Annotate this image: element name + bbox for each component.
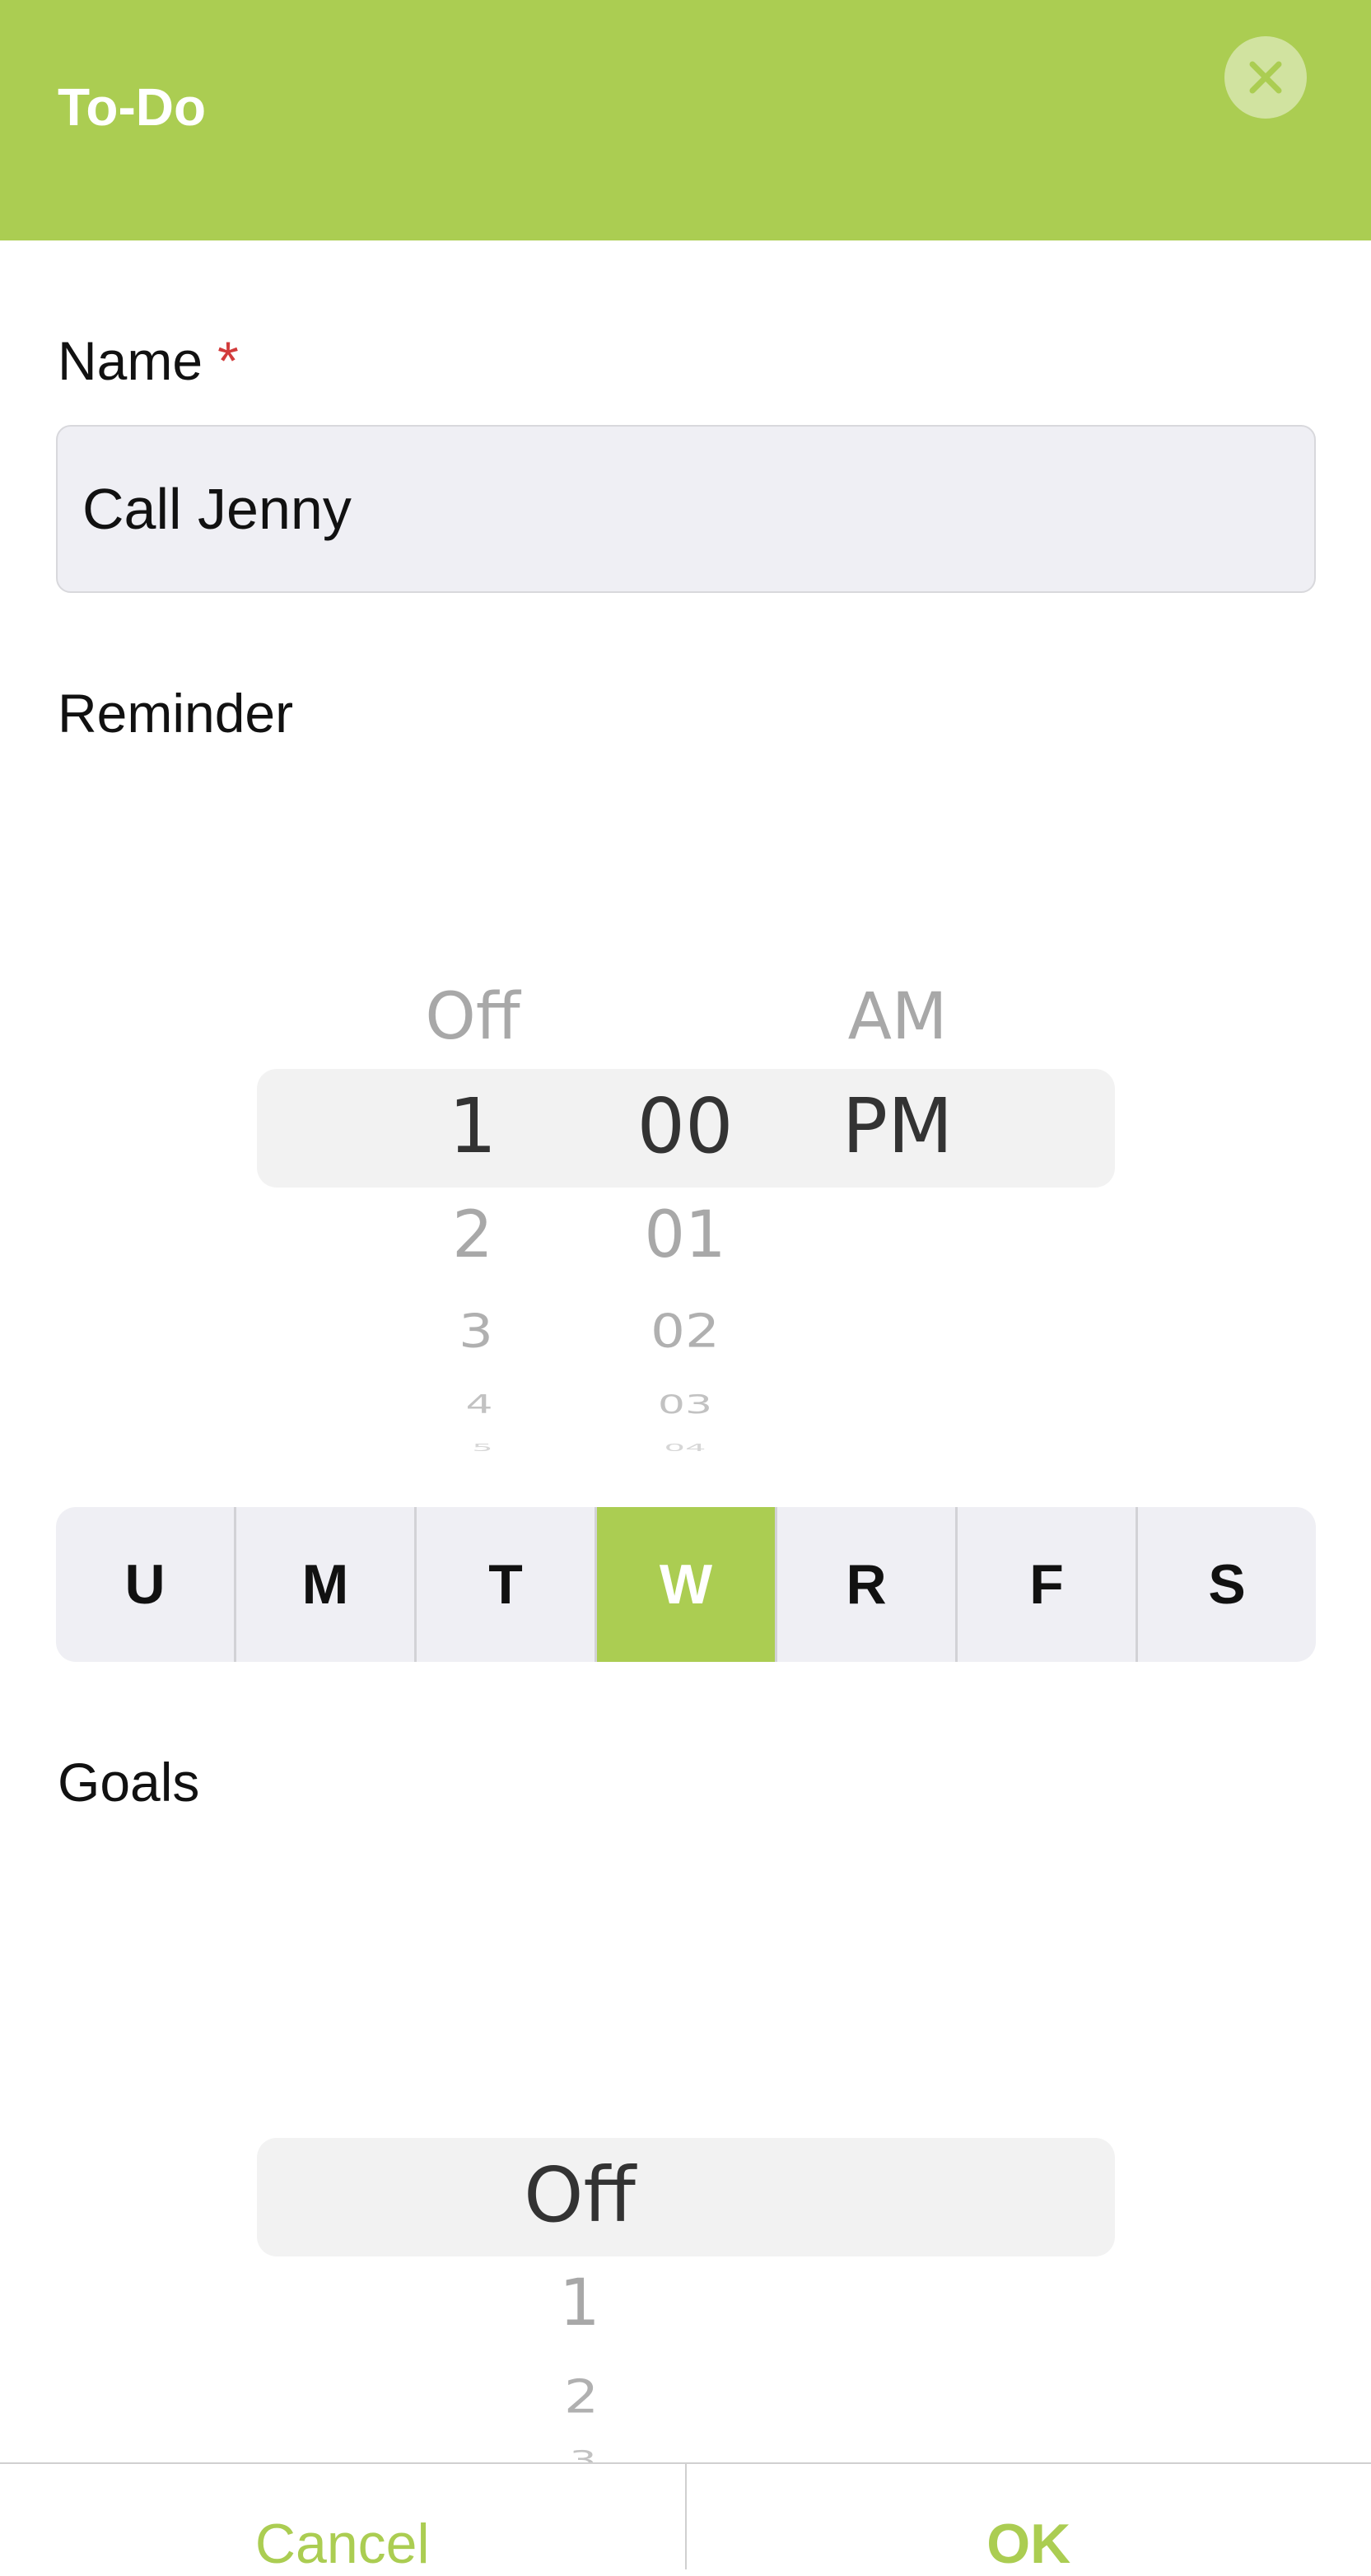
header-bar: To-Do	[0, 0, 1371, 240]
minute-option[interactable]: 04	[665, 1442, 706, 1454]
day-button-wednesday[interactable]: W	[597, 1507, 777, 1662]
hour-selected[interactable]: 1	[449, 1082, 497, 1170]
day-button-friday[interactable]: F	[958, 1507, 1138, 1662]
hour-option[interactable]: 3	[459, 1304, 493, 1358]
goals-label: Goals	[58, 1749, 199, 1815]
day-selector: U M T W R F S	[56, 1507, 1316, 1662]
goals-selected[interactable]: Off	[524, 2151, 636, 2239]
footer-bar: Cancel OK	[0, 2462, 1371, 2569]
reminder-label: Reminder	[58, 680, 293, 746]
day-button-saturday[interactable]: S	[1138, 1507, 1316, 1662]
hour-option[interactable]: 2	[452, 1198, 493, 1272]
close-icon	[1247, 59, 1284, 96]
minute-option[interactable]: 01	[644, 1198, 725, 1272]
day-button-monday[interactable]: M	[236, 1507, 417, 1662]
day-button-sunday[interactable]: U	[56, 1507, 236, 1662]
goals-picker-highlight	[257, 2138, 1115, 2256]
hour-option-off[interactable]: Off	[425, 980, 520, 1054]
ok-button[interactable]: OK	[687, 2464, 1371, 2569]
name-input[interactable]: Call Jenny	[56, 425, 1316, 593]
close-button[interactable]	[1224, 36, 1307, 119]
minute-selected[interactable]: 00	[637, 1082, 733, 1170]
ampm-selected[interactable]: PM	[842, 1082, 954, 1170]
minute-option[interactable]: 03	[658, 1390, 712, 1420]
day-button-tuesday[interactable]: T	[417, 1507, 597, 1662]
ampm-option-am[interactable]: AM	[848, 980, 948, 1054]
day-button-thursday[interactable]: R	[777, 1507, 958, 1662]
name-input-value: Call Jenny	[82, 476, 352, 542]
goals-option[interactable]: 2	[564, 2370, 599, 2424]
page-title: To-Do	[58, 74, 206, 140]
name-label: Name*	[58, 328, 239, 394]
cancel-button[interactable]: Cancel	[0, 2464, 687, 2569]
name-label-text: Name	[58, 330, 203, 391]
minute-option[interactable]: 02	[651, 1304, 720, 1358]
hour-option[interactable]: 4	[465, 1390, 492, 1420]
required-mark: *	[217, 330, 239, 391]
hour-option[interactable]: 5	[472, 1442, 492, 1454]
goals-option[interactable]: 1	[559, 2266, 600, 2340]
